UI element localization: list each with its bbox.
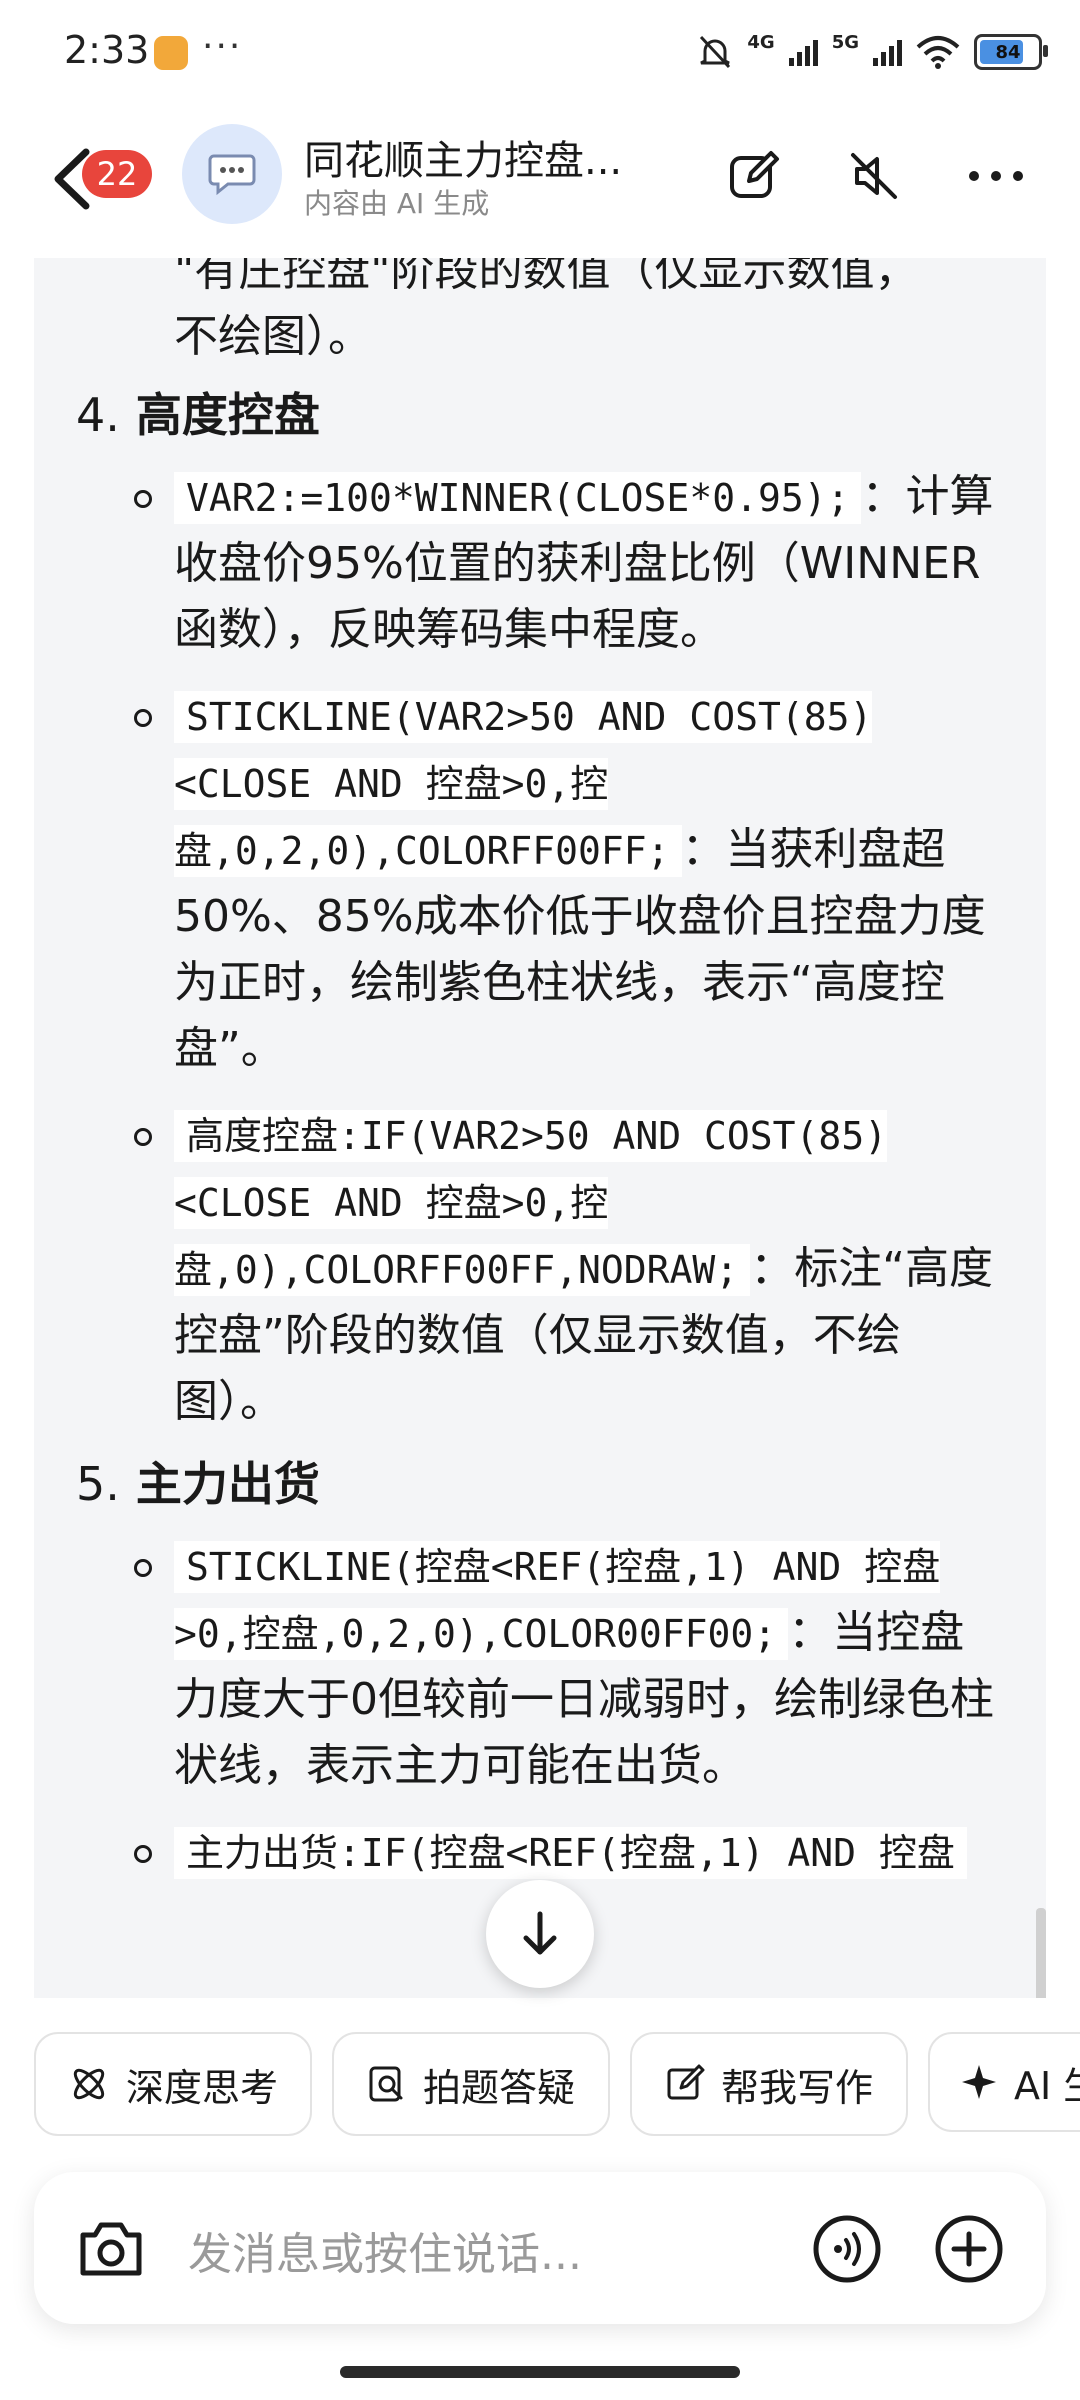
speaker-muted-icon <box>851 153 897 199</box>
edit-icon <box>730 151 779 198</box>
scroll-to-bottom-button[interactable] <box>486 1880 594 1988</box>
status-time: 2:33 <box>64 28 150 72</box>
chip-label: 帮我写作 <box>720 2065 873 2110</box>
list-item: VAR2:=100*WINNER(CLOSE*0.95); ：计算收盘价95%位置… <box>34 464 1046 663</box>
section-heading-4: 4. 高度控盘 <box>34 380 1046 450</box>
battery-level: 84 <box>995 41 1021 63</box>
home-indicator[interactable] <box>340 2366 740 2378</box>
wifi-icon <box>916 36 960 69</box>
mute-bell-icon <box>700 35 731 69</box>
voice-wave-icon <box>813 2215 881 2283</box>
code-snippet: 主力出货:IF(控盘<REF(控盘,1) AND 控盘 <box>174 1827 967 1879</box>
mute-button[interactable] <box>844 146 904 206</box>
chip-photo-question[interactable]: 拍题答疑 <box>332 2032 610 2136</box>
camera-button[interactable] <box>74 2212 148 2286</box>
camera-icon <box>80 2222 142 2276</box>
add-button[interactable] <box>932 2212 1006 2286</box>
section-title: 主力出货 <box>135 1457 320 1511</box>
message-input[interactable]: 发消息或按住说话... <box>188 2218 582 2282</box>
unread-badge[interactable]: 22 <box>82 150 152 198</box>
edit-icon <box>667 2064 705 2100</box>
section-number: 4. <box>76 388 120 442</box>
battery-icon: 84 <box>974 34 1048 70</box>
quick-actions: 深度思考 拍题答疑 帮我写作 AI 生 <box>34 2032 1080 2136</box>
arrow-down-icon <box>523 1911 557 1955</box>
chip-ai[interactable]: AI 生 <box>928 2032 1080 2132</box>
chip-label: 拍题答疑 <box>422 2065 575 2110</box>
status-bar: 2:33 ··· 4G 5G 84 <box>0 0 1080 100</box>
chip-help-write[interactable]: 帮我写作 <box>630 2032 908 2136</box>
list-item: STICKLINE(VAR2>50 AND COST(85)<CLOSE AND… <box>34 683 1046 1082</box>
section-number: 5. <box>76 1457 120 1511</box>
message-input-bar: 发消息或按住说话... <box>34 2172 1046 2324</box>
text-line: 不绘图）。 <box>174 311 372 362</box>
network-4g-label: 4G <box>747 31 775 53</box>
ai-generated-note: 内容由 AI 生成 <box>304 187 490 220</box>
chat-bubble-icon <box>208 154 256 196</box>
status-icons: 4G 5G 84 <box>697 30 1048 74</box>
voice-button[interactable] <box>810 2212 884 2286</box>
code-snippet: VAR2:=100*WINNER(CLOSE*0.95); <box>174 472 862 524</box>
scrollbar[interactable] <box>1036 1908 1046 1998</box>
more-options-button[interactable] <box>966 146 1026 206</box>
photo-search-icon <box>369 2066 403 2102</box>
signal-5g-icon <box>873 38 902 66</box>
notification-app-icon <box>154 36 188 70</box>
chat-header: 22 同花顺主力控盘... 内容由 AI 生成 <box>0 110 1080 240</box>
network-5g-label: 5G <box>831 31 859 53</box>
atom-icon <box>73 2068 105 2100</box>
chip-label: 深度思考 <box>125 2065 278 2110</box>
chat-title[interactable]: 同花顺主力控盘... <box>304 128 622 186</box>
message-content[interactable]: "有庄控盘"阶段的数值（仅显示数值， 不绘图）。 4. 高度控盘 VAR2:=10… <box>34 258 1046 1998</box>
text-line: "有庄控盘"阶段的数值（仅显示数值， <box>174 258 919 296</box>
edit-button[interactable] <box>724 146 784 206</box>
list-item: STICKLINE(控盘<REF(控盘,1) AND 控盘>0,控盘,0,2,0… <box>34 1533 1046 1799</box>
list-item: 高度控盘:IF(VAR2>50 AND COST(85)<CLOSE AND 控… <box>34 1102 1046 1435</box>
more-dots-icon <box>969 171 1023 181</box>
section-title: 高度控盘 <box>135 388 320 442</box>
section-heading-5: 5. 主力出货 <box>34 1449 1046 1519</box>
avatar[interactable] <box>182 124 282 224</box>
signal-4g-icon <box>788 38 818 66</box>
chip-label: AI 生 <box>1014 2063 1080 2108</box>
status-more-indicator: ··· <box>202 26 243 67</box>
sparkle-icon <box>962 2065 996 2099</box>
plus-circle-icon <box>935 2215 1003 2283</box>
chip-deep-thinking[interactable]: 深度思考 <box>34 2032 312 2136</box>
list-item: 主力出货:IF(控盘<REF(控盘,1) AND 控盘 <box>34 1819 1046 1886</box>
